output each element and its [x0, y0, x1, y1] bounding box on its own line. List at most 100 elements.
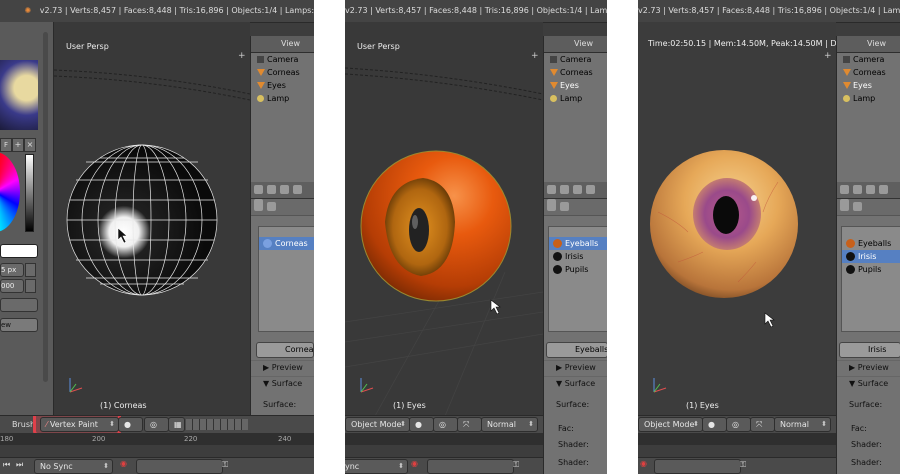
panel-separator	[314, 0, 345, 474]
surface-section[interactable]: ▼ Surface	[544, 376, 607, 391]
material-slot-eyeballs[interactable]: Eyeballs	[549, 237, 607, 250]
outliner-item-lamp[interactable]: Lamp	[837, 92, 900, 105]
timeline-ruler[interactable]	[638, 433, 836, 445]
key-icon[interactable]: ⚿	[222, 460, 228, 470]
sync-dropdown[interactable]: ync ⬍	[345, 459, 408, 474]
material-slot-pupils[interactable]: Pupils	[549, 263, 607, 276]
timeline-ruler[interactable]	[345, 433, 543, 445]
preview-section[interactable]: ▶ Preview	[544, 360, 607, 375]
scene-stats: v2.73 | Verts:8,457 | Faces:8,448 | Tris…	[345, 6, 607, 15]
mesh-icon	[550, 82, 558, 89]
properties-tabs[interactable]	[544, 182, 607, 208]
brush-f-button[interactable]: F	[0, 138, 12, 152]
playback-controls: ⏮ ⏭ No Sync ⬍ ◉ ⚿	[0, 457, 314, 474]
surface-section[interactable]: ▼ Surface	[837, 376, 900, 391]
color-preview-swatch[interactable]	[0, 60, 38, 130]
lamp-icon	[257, 95, 264, 102]
properties-tabs[interactable]	[251, 182, 314, 208]
camera-icon	[550, 56, 557, 63]
mode-dropdown[interactable]: Object Mode ⬍	[638, 417, 703, 432]
blend-dropdown[interactable]	[0, 298, 38, 312]
outliner-view-menu[interactable]: View	[867, 39, 886, 48]
add-brush-button[interactable]: +	[12, 138, 24, 152]
material-name-field[interactable]: Eyeballs	[546, 342, 607, 358]
remove-brush-button[interactable]: ×	[24, 138, 36, 152]
material-slot-list[interactable]: Eyeballs Irisis Pupils	[548, 226, 607, 332]
material-slot-pupils[interactable]: Pupils	[842, 263, 900, 276]
pivot-dropdown[interactable]: ◎	[433, 417, 458, 432]
panel-separator	[607, 0, 638, 474]
outliner: View Camera Corneas Eyes Lamp	[250, 36, 314, 182]
material-slot-list[interactable]: Corneas	[258, 226, 314, 332]
outliner-item-camera[interactable]: Camera	[837, 53, 900, 66]
outliner-item-eyes[interactable]: Eyes	[837, 79, 900, 92]
axis-gizmo-icon	[653, 378, 667, 393]
material-slot-irisis[interactable]: Irisis	[549, 250, 607, 263]
color-wheel[interactable]	[0, 152, 20, 232]
mode-dropdown[interactable]: ⁄ Vertex Paint ⬍	[40, 417, 119, 432]
record-icon[interactable]: ◉	[411, 459, 418, 468]
viewport-drawing	[54, 69, 250, 393]
playback-controls: ync ⬍ ◉ ⚿	[345, 457, 543, 474]
transform-dropdown[interactable]: ⤧	[457, 417, 482, 432]
material-slot-corneas[interactable]: Corneas	[259, 237, 314, 250]
properties-tabs[interactable]	[837, 182, 900, 208]
draw-type-dropdown[interactable]: ●	[702, 417, 727, 432]
material-name-field[interactable]: Corneas	[256, 342, 314, 358]
strength-pressure-icon[interactable]	[25, 279, 36, 293]
radius-field[interactable]: 5 px	[0, 263, 24, 277]
outliner-item-camera[interactable]: Camera	[544, 53, 607, 66]
draw-type-dropdown[interactable]: ●	[409, 417, 434, 432]
sync-dropdown[interactable]: No Sync ⬍	[34, 459, 113, 474]
outliner-item-camera[interactable]: Camera	[251, 53, 314, 66]
shelf-scrollbar[interactable]	[43, 32, 48, 382]
record-icon[interactable]: ◉	[640, 459, 647, 468]
surface-section[interactable]: ▼ Surface	[251, 376, 314, 391]
outliner-item-corneas[interactable]: Corneas	[544, 66, 607, 79]
preview-section[interactable]: ▶ Preview	[251, 360, 314, 375]
value-slider[interactable]	[25, 154, 34, 232]
material-slot-eyeballs[interactable]: Eyeballs	[842, 237, 900, 250]
mode-dropdown[interactable]: Object Mode ⬍	[345, 417, 410, 432]
keying-set-field[interactable]	[427, 459, 514, 474]
draw-type-dropdown[interactable]: ●	[118, 417, 143, 432]
3d-viewport[interactable]: Time:02:50.15 | Mem:14.50M, Peak:14.50M …	[638, 22, 836, 416]
outliner-item-lamp[interactable]: Lamp	[544, 92, 607, 105]
jump-end-icon[interactable]: ⏭	[16, 460, 23, 470]
outliner-item-eyes[interactable]: Eyes	[251, 79, 314, 92]
timeline-ruler[interactable]: 180 200 220 240	[0, 433, 314, 445]
key-icon[interactable]: ⚿	[740, 460, 746, 470]
key-icon[interactable]: ⚿	[513, 460, 519, 470]
material-slot-list[interactable]: Eyeballs Irisis Pupils	[841, 226, 900, 332]
material-slot-irisis[interactable]: Irisis	[842, 250, 900, 263]
shading-dropdown[interactable]: Normal ⬍	[481, 417, 538, 432]
screenshot-panel-3: v2.73 | Verts:8,457 | Faces:8,448 | Tris…	[638, 0, 900, 474]
pressure-icon[interactable]	[25, 263, 36, 277]
active-object-label: (1) Eyes	[393, 401, 426, 410]
color-field[interactable]	[0, 244, 38, 258]
strength-field[interactable]: 000	[0, 279, 24, 293]
pivot-dropdown[interactable]: ◎	[144, 417, 169, 432]
jump-start-icon[interactable]: ⏮	[3, 460, 10, 470]
outliner-view-menu[interactable]: View	[281, 39, 300, 48]
layer-buttons[interactable]	[186, 419, 248, 430]
pivot-dropdown[interactable]: ◎	[726, 417, 751, 432]
texture-icon[interactable]: ▦	[168, 417, 185, 432]
outliner-item-eyes[interactable]: Eyes	[544, 79, 607, 92]
keying-set-field[interactable]	[654, 459, 741, 474]
3d-viewport[interactable]: User Persp +	[54, 22, 250, 416]
keying-set-field[interactable]	[136, 459, 223, 474]
preview-section[interactable]: ▶ Preview	[837, 360, 900, 375]
outliner-item-corneas[interactable]: Corneas	[251, 66, 314, 79]
outliner-item-corneas[interactable]: Corneas	[837, 66, 900, 79]
outliner-view-menu[interactable]: View	[574, 39, 593, 48]
record-icon[interactable]: ◉	[120, 459, 127, 468]
3d-viewport[interactable]: User Persp +	[345, 22, 543, 416]
outliner-item-lamp[interactable]: Lamp	[251, 92, 314, 105]
shading-dropdown[interactable]: Normal ⬍	[774, 417, 831, 432]
view-button[interactable]: ew	[0, 318, 38, 332]
material-preview-icon	[553, 239, 562, 248]
transform-dropdown[interactable]: ⤧	[750, 417, 775, 432]
material-name-field[interactable]: Irisis	[839, 342, 900, 358]
brush-label: Brush	[12, 420, 36, 429]
